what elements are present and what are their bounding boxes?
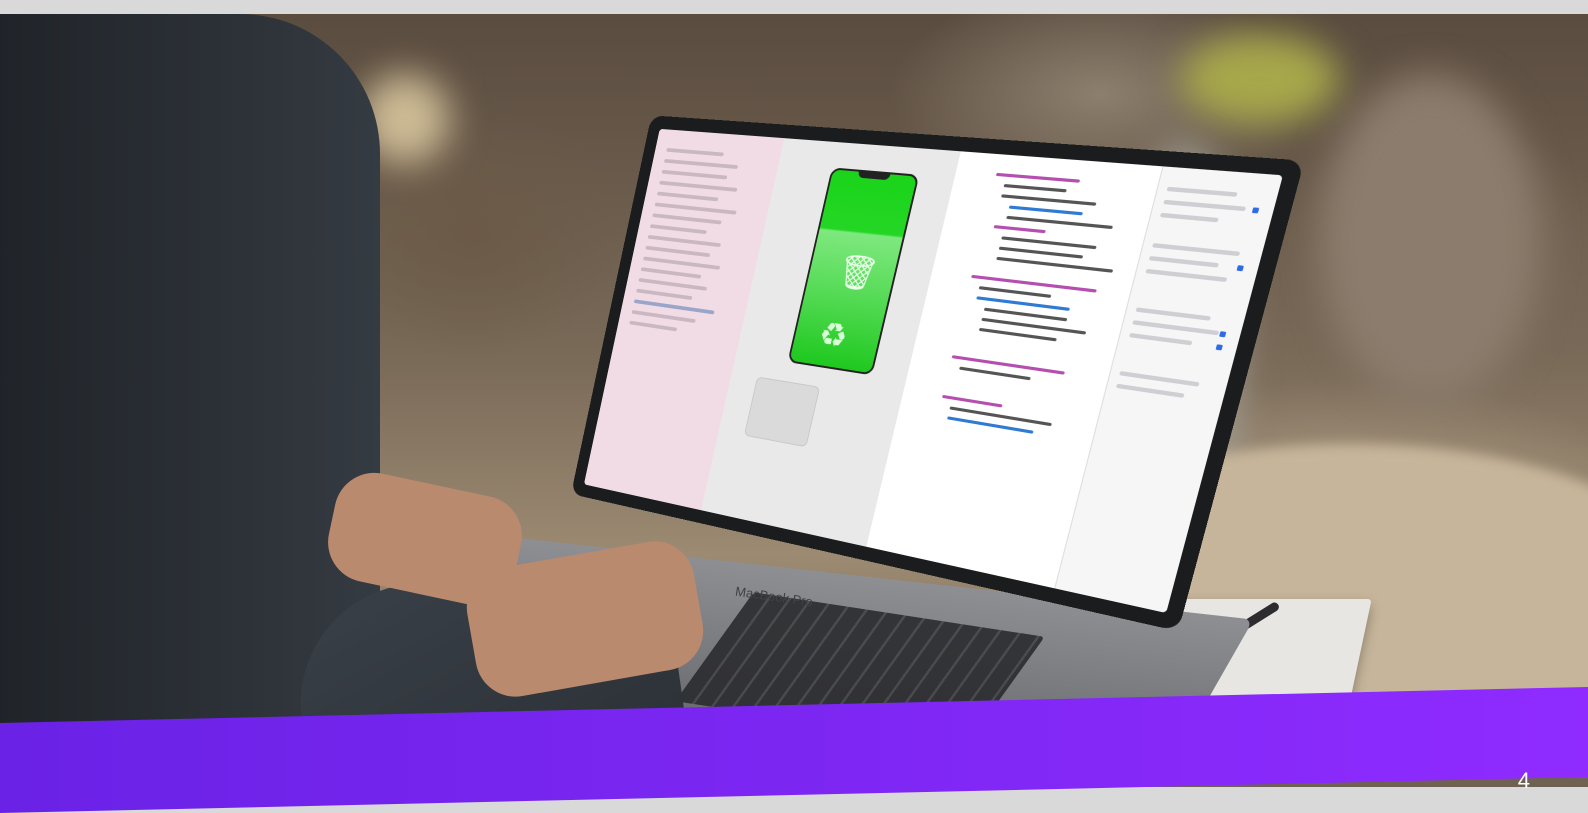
code-line [998,246,1084,259]
code-line [993,225,1046,234]
inspector-row [1163,199,1247,212]
background-chair [1320,74,1540,404]
code-line [995,172,1081,183]
code-line [978,327,1057,342]
nav-row [642,256,721,270]
code-line [1000,194,1097,206]
nav-row [645,245,711,258]
nav-row [638,277,708,291]
minimap [743,376,821,448]
background-plant [1180,34,1340,124]
nav-row [652,213,722,225]
code-line [978,286,1052,298]
nav-row [647,234,721,248]
nav-row [640,267,702,279]
checkbox-icon [1215,344,1223,351]
inspector-row [1148,255,1219,268]
nav-row [654,202,737,215]
code-line [949,406,1052,427]
app-preview-phone: 🗑 ♻ [787,167,920,376]
code-line [996,256,1114,273]
nav-row [631,309,696,323]
trash-icon: 🗑 [833,252,882,295]
nav-row [666,147,724,157]
nav-row [656,191,719,202]
inspector-row [1115,383,1185,398]
nav-row [649,224,707,235]
inspector-row [1159,212,1219,223]
code-line [951,355,1065,375]
inspector-row [1132,320,1220,336]
inspector-row [1152,243,1241,257]
nav-row [663,158,739,170]
banner-mark: 4 [1517,768,1530,793]
inspector-row [1135,307,1212,321]
nav-row [659,180,738,192]
inspector-row [1166,186,1238,197]
nav-row [661,169,728,180]
laptop-screen: 🗑 ♻ [583,128,1283,614]
code-line [1003,183,1067,193]
inspector-row [1128,332,1193,346]
inspector-row [1145,268,1228,283]
code-line [959,366,1031,381]
code-line [1008,205,1084,216]
inspector-row [1119,370,1200,387]
phone-notch [857,169,891,181]
checkbox-icon [1219,331,1227,338]
nav-row [629,320,678,332]
nav-row [636,288,693,301]
recycle-icon: ♻ [815,315,852,356]
checkbox-icon [1251,207,1260,214]
checkbox-icon [1236,265,1244,272]
photo-scene: MacBook Pro 🗑 ♻ [0,14,1588,787]
